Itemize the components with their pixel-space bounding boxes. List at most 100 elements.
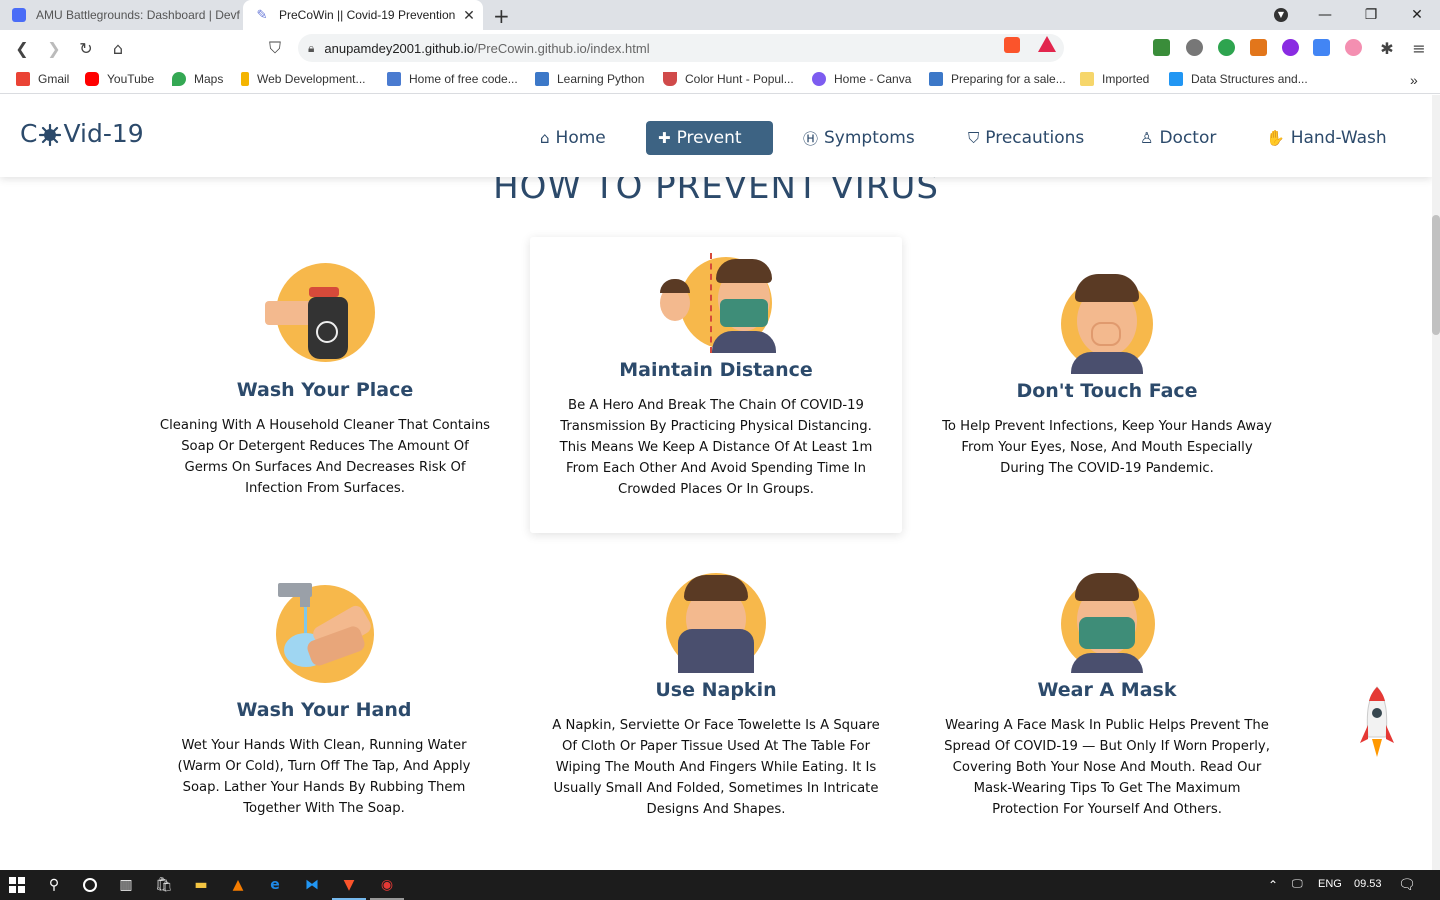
video-icon [929, 72, 943, 86]
brave-shields-icon[interactable] [1004, 37, 1020, 53]
canva-icon [812, 72, 826, 86]
prevention-card: Wash Your Place Cleaning With A Househol… [139, 263, 511, 499]
cortana-icon[interactable] [80, 875, 100, 895]
network-icon[interactable]: 🖵︎ [1292, 878, 1303, 891]
edge-icon[interactable]: e [265, 875, 285, 895]
vscode-icon[interactable]: ⧓ [302, 875, 322, 895]
tab-amu-battlegrounds[interactable]: AMU Battlegrounds: Dashboard | Devf [0, 0, 243, 30]
restore-button[interactable]: ❐ [1348, 0, 1394, 30]
bookmark-canva[interactable]: Home - Canva [812, 72, 911, 86]
youtube-icon [85, 72, 99, 86]
card-text: To Help Prevent Infections, Keep Your Ha… [942, 419, 1272, 476]
card-title: Wear A Mask [1037, 679, 1177, 701]
bookmarks-bar: Gmail YouTube Maps Web Development... Ho… [0, 66, 1440, 94]
bookmark-data-structures[interactable]: Data Structures and... [1169, 72, 1308, 86]
prevention-card: Wear A Mask Wearing A Face Mask In Publi… [921, 573, 1293, 820]
nav-doctor[interactable]: ♙ Doctor [1128, 121, 1228, 155]
prevention-card: Maintain Distance Be A Hero And Break Th… [530, 237, 902, 533]
card-text: A Napkin, Serviette Or Face Towelette Is… [552, 718, 880, 817]
clock[interactable]: 09.53 [1354, 878, 1382, 890]
brave-rewards-icon[interactable] [1038, 36, 1056, 52]
url-text: anupamdey2001.github.io/PreCowin.github.… [324, 40, 650, 56]
browser-toolbar: ❮ ❯ ↻ ⌂ ⛉ 🔒︎ anupamdey2001.github.io/Pre… [0, 30, 1440, 66]
card-title: Don't Touch Face [1016, 380, 1198, 402]
file-explorer-icon[interactable]: ▬ [191, 875, 211, 895]
card-text: Wearing A Face Mask In Public Helps Prev… [944, 718, 1270, 817]
more-bookmarks-button[interactable]: » [1410, 72, 1418, 88]
html-validator-extension-icon[interactable] [1153, 39, 1170, 56]
windows-start-icon[interactable] [7, 875, 27, 895]
close-tab-icon[interactable]: ✕ [459, 7, 479, 24]
extensions-puzzle-icon[interactable]: ✱ [1376, 37, 1398, 59]
card-text: Wet Your Hands With Clean, Running Water… [177, 738, 471, 816]
scroll-to-top-rocket-button[interactable] [1358, 685, 1396, 765]
precowin-favicon-icon: ✎ [256, 7, 268, 22]
vlc-icon[interactable]: ▲ [228, 875, 248, 895]
bookmark-preparing-sale[interactable]: Preparing for a sale... [929, 72, 1066, 86]
new-tab-button[interactable]: + [493, 4, 510, 28]
devfolio-favicon-icon [12, 8, 26, 22]
bookmark-free-code-camp[interactable]: Home of free code... [387, 72, 518, 86]
back-button[interactable]: ❮ [11, 37, 33, 59]
avatar-extension-icon[interactable] [1345, 39, 1362, 56]
card-title: Use Napkin [655, 679, 777, 701]
address-bar[interactable]: 🔒︎ anupamdey2001.github.io/PreCowin.gith… [298, 34, 1064, 62]
prevention-card: Don't Touch Face To Help Prevent Infecti… [921, 272, 1293, 479]
nav-symptoms[interactable]: Ⓗ Symptoms [791, 121, 927, 155]
nav-prevent[interactable]: ✚ Prevent [646, 121, 773, 155]
bookmark-color-hunt[interactable]: Color Hunt - Popul... [663, 72, 794, 86]
metamask-extension-icon[interactable] [1250, 39, 1267, 56]
purple-extension-icon[interactable] [1282, 39, 1299, 56]
notifications-icon[interactable]: 🗨︎ [1398, 876, 1416, 893]
scrollbar-thumb[interactable] [1432, 215, 1440, 335]
nav-home[interactable]: ⌂ Home [528, 121, 618, 155]
touch-face-illustration [1047, 272, 1167, 374]
nav-precautions[interactable]: ⛉ Precautions [956, 121, 1096, 155]
hospital-icon: Ⓗ [803, 129, 819, 148]
card-text: Cleaning With A Household Cleaner That C… [159, 418, 491, 496]
brave-taskbar-icon[interactable]: ▼ [339, 875, 359, 895]
search-icon[interactable]: ⚲ [44, 875, 64, 895]
doctor-icon: ♙ [1140, 129, 1154, 147]
bug-extension-icon[interactable] [1186, 39, 1203, 56]
tab-strip: AMU Battlegrounds: Dashboard | Devf ✎ Pr… [0, 0, 1440, 30]
tab-search-icon[interactable]: ▼ [1258, 0, 1304, 30]
screen-recorder-icon[interactable]: ◉ [377, 875, 397, 895]
gmail-icon [16, 72, 30, 86]
page-scrollbar[interactable] [1432, 95, 1440, 870]
home-button[interactable]: ⌂ [107, 37, 129, 59]
bookmark-icon[interactable]: ⛉ [264, 37, 286, 59]
prevention-card: Wash Your Hand Wet Your Hands With Clean… [138, 583, 510, 819]
web-dev-icon [241, 72, 249, 86]
card-text: Be A Hero And Break The Chain Of COVID-1… [559, 398, 873, 497]
forward-button[interactable]: ❯ [43, 37, 65, 59]
freecodecamp-icon [387, 72, 401, 86]
store-icon[interactable]: 🛍︎ [154, 875, 174, 895]
close-window-button[interactable]: ✕ [1394, 0, 1440, 30]
site-logo[interactable]: C Vid-19 [20, 119, 144, 148]
translate-extension-icon[interactable] [1313, 39, 1330, 56]
first-aid-icon: ✚ [658, 129, 671, 147]
card-title: Maintain Distance [619, 359, 813, 381]
maps-icon [172, 72, 186, 86]
folder-icon [1080, 72, 1094, 86]
bookmark-youtube[interactable]: YouTube [85, 72, 154, 86]
b-plus-extension-icon[interactable] [1218, 39, 1235, 56]
bookmark-web-development[interactable]: Web Development... [241, 72, 366, 86]
nav-hand-wash[interactable]: ✋ Hand-Wash [1254, 121, 1399, 155]
bookmark-learning-python[interactable]: Learning Python [535, 72, 644, 86]
bookmark-gmail[interactable]: Gmail [16, 72, 69, 86]
bookmark-maps[interactable]: Maps [172, 72, 223, 86]
distance-illustration [656, 253, 776, 353]
reload-button[interactable]: ↻ [75, 37, 97, 59]
menu-icon[interactable]: ≡ [1408, 37, 1430, 59]
language-indicator[interactable]: ENG [1318, 878, 1342, 890]
task-view-icon[interactable]: ▥ [116, 875, 136, 895]
minimize-button[interactable]: — [1302, 0, 1348, 30]
home-icon: ⌂ [540, 129, 550, 147]
tab-title: PreCoWin || Covid-19 Prevention [279, 8, 456, 22]
tab-precowin[interactable]: ✎ PreCoWin || Covid-19 Prevention ✕ [243, 0, 483, 30]
napkin-illustration [656, 573, 776, 673]
show-hidden-icons-chevron-icon[interactable]: ⌃ [1268, 878, 1278, 892]
bookmark-folder-imported[interactable]: Imported [1080, 72, 1149, 86]
